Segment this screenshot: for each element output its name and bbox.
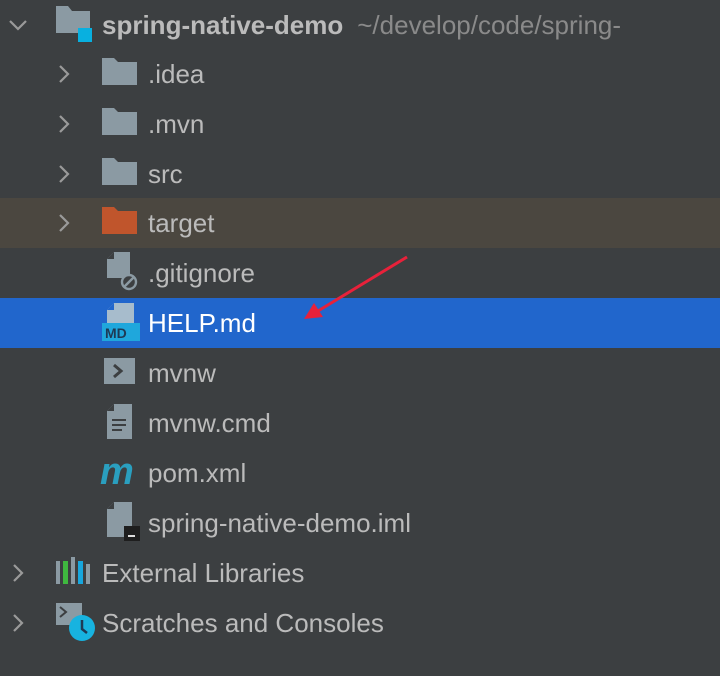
annotation-arrow-icon	[304, 255, 408, 319]
